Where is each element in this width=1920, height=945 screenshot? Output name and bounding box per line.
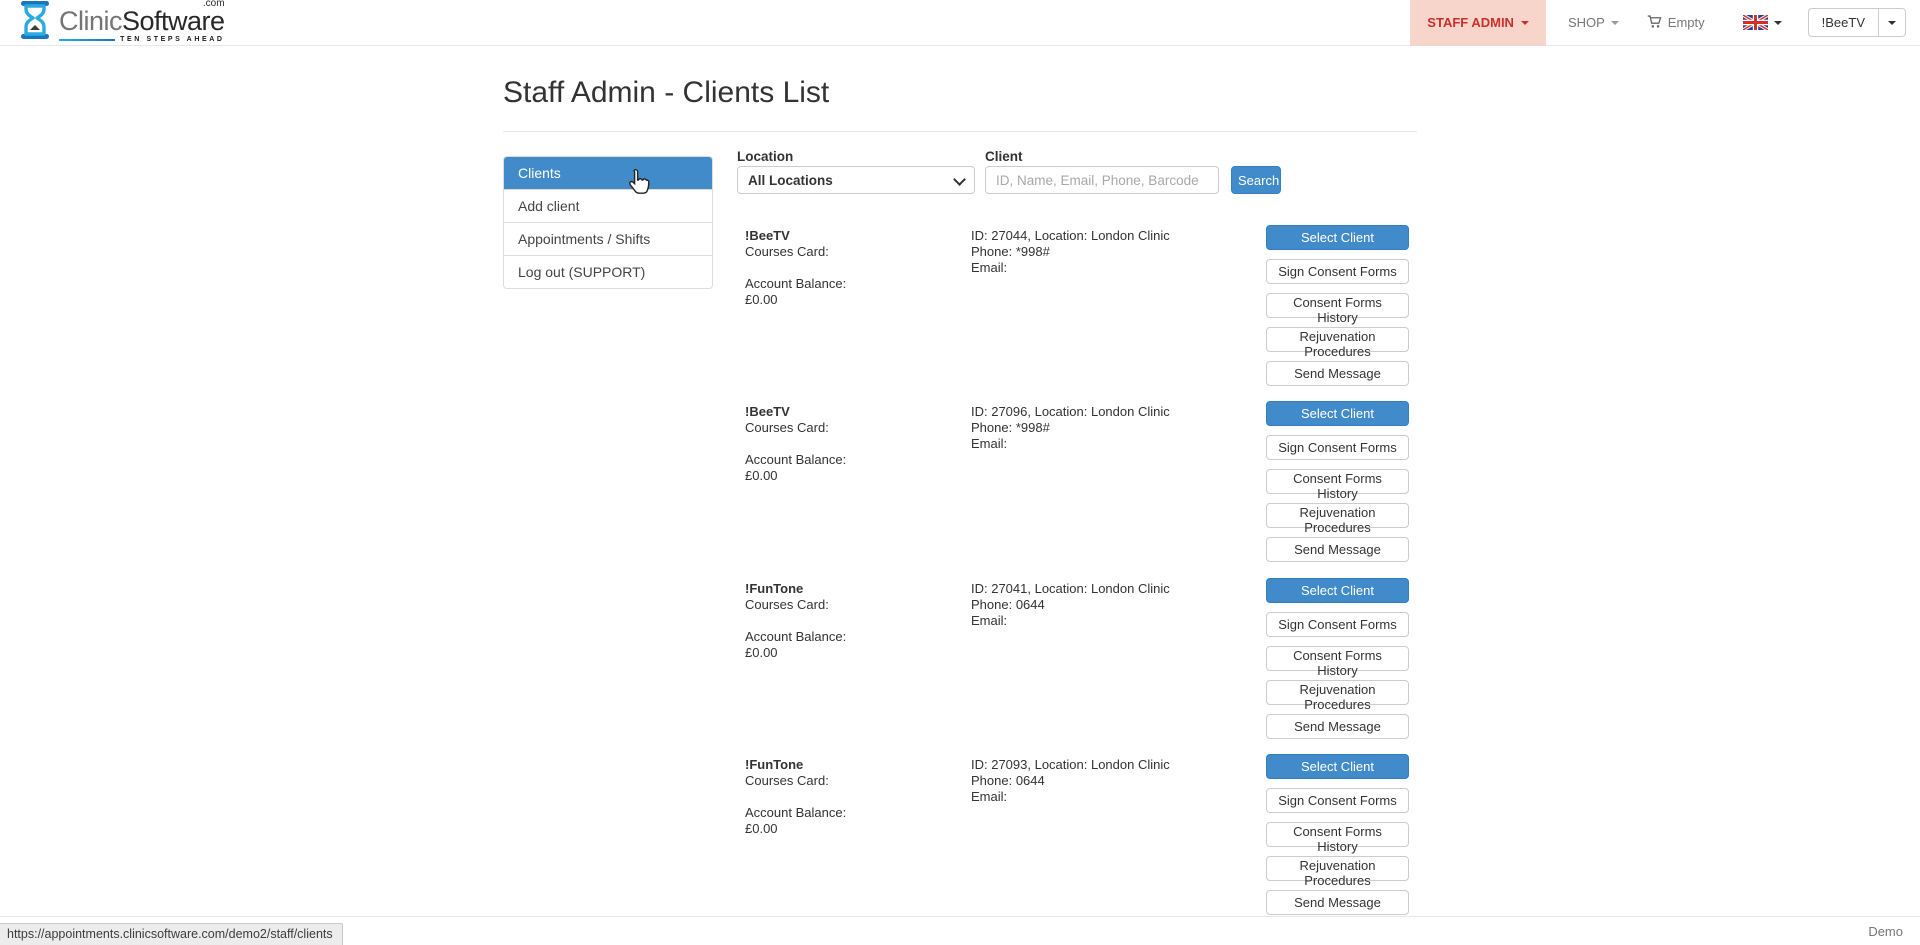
consent-forms-history-button[interactable]: Consent Forms History — [1266, 293, 1409, 318]
top-navbar: ClinicSoftware .com TEN STEPS AHEAD STAF… — [0, 0, 1920, 46]
rejuvenation-procedures-button[interactable]: Rejuvenation Procedures — [1266, 503, 1409, 528]
chevron-down-icon — [1774, 21, 1782, 25]
shop-label: SHOP — [1568, 15, 1605, 30]
cart-icon — [1647, 14, 1662, 32]
client-name: !FunTone — [745, 757, 803, 773]
client-email: Email: — [971, 613, 1007, 629]
client-row: !FunTone Courses Card: Account Balance: … — [0, 754, 1920, 924]
client-account-balance-label: Account Balance: — [745, 629, 846, 645]
select-client-button[interactable]: Select Client — [1266, 754, 1409, 779]
client-search-input[interactable] — [985, 166, 1219, 194]
sign-consent-forms-button[interactable]: Sign Consent Forms — [1266, 612, 1409, 637]
client-id-location: ID: 27044, Location: London Clinic — [971, 228, 1170, 244]
client-row: !BeeTV Courses Card: Account Balance: £0… — [0, 401, 1920, 571]
hourglass-icon — [18, 0, 52, 45]
client-email: Email: — [971, 436, 1007, 452]
cart-status-label: Empty — [1668, 15, 1705, 30]
send-message-button[interactable]: Send Message — [1266, 537, 1409, 562]
client-account-balance-value: £0.00 — [745, 645, 778, 661]
demo-link[interactable]: Demo — [1868, 924, 1903, 939]
chevron-down-icon — [1611, 21, 1619, 25]
brand-tagline: TEN STEPS AHEAD — [120, 36, 224, 43]
staff-admin-menu[interactable]: STAFF ADMIN — [1410, 0, 1546, 46]
rejuvenation-procedures-button[interactable]: Rejuvenation Procedures — [1266, 856, 1409, 881]
consent-forms-history-button[interactable]: Consent Forms History — [1266, 646, 1409, 671]
rejuvenation-procedures-button[interactable]: Rejuvenation Procedures — [1266, 680, 1409, 705]
client-email: Email: — [971, 260, 1007, 276]
client-name: !BeeTV — [745, 228, 790, 244]
location-select-wrap: All Locations — [737, 166, 975, 194]
client-courses-card: Courses Card: — [745, 597, 829, 613]
location-select[interactable]: All Locations — [737, 166, 975, 194]
brand-clinic: Clinic — [59, 6, 122, 36]
select-client-button[interactable]: Select Client — [1266, 578, 1409, 603]
title-divider — [503, 131, 1417, 132]
client-account-balance-label: Account Balance: — [745, 276, 846, 292]
clinicsoftware-logo[interactable]: ClinicSoftware .com TEN STEPS AHEAD — [18, 0, 225, 45]
client-id-location: ID: 27096, Location: London Clinic — [971, 404, 1170, 420]
client-name: !BeeTV — [745, 404, 790, 420]
chevron-down-icon — [1521, 21, 1529, 25]
consent-forms-history-button[interactable]: Consent Forms History — [1266, 469, 1409, 494]
staff-admin-label: STAFF ADMIN — [1427, 15, 1514, 30]
user-split-button: !BeeTV — [1808, 8, 1906, 37]
sign-consent-forms-button[interactable]: Sign Consent Forms — [1266, 788, 1409, 813]
client-phone: Phone: *998# — [971, 244, 1050, 260]
chevron-down-icon — [1888, 21, 1896, 25]
page: ClinicSoftware .com TEN STEPS AHEAD STAF… — [0, 0, 1920, 945]
consent-forms-history-button[interactable]: Consent Forms History — [1266, 822, 1409, 847]
rejuvenation-procedures-button[interactable]: Rejuvenation Procedures — [1266, 327, 1409, 352]
current-user-button[interactable]: !BeeTV — [1808, 8, 1879, 37]
client-id-location: ID: 27041, Location: London Clinic — [971, 581, 1170, 597]
uk-flag-icon — [1743, 15, 1768, 30]
client-row: !FunTone Courses Card: Account Balance: … — [0, 578, 1920, 748]
cart-button[interactable]: Empty — [1647, 14, 1705, 32]
sidebar-item-clients[interactable]: Clients — [504, 157, 712, 189]
page-title: Staff Admin - Clients List — [503, 76, 829, 110]
client-row: !BeeTV Courses Card: Account Balance: £0… — [0, 225, 1920, 395]
client-courses-card: Courses Card: — [745, 420, 829, 436]
client-phone: Phone: 0644 — [971, 773, 1045, 789]
client-search-label: Client — [985, 149, 1023, 164]
client-account-balance-value: £0.00 — [745, 821, 778, 837]
tagline-rule — [59, 39, 115, 41]
logo-wordmark: ClinicSoftware .com TEN STEPS AHEAD — [59, 2, 225, 43]
select-client-button[interactable]: Select Client — [1266, 225, 1409, 250]
user-dropdown-toggle[interactable] — [1878, 8, 1906, 37]
shop-menu[interactable]: SHOP — [1568, 15, 1619, 30]
browser-link-preview: https://appointments.clinicsoftware.com/… — [0, 923, 343, 945]
client-phone: Phone: 0644 — [971, 597, 1045, 613]
location-label: Location — [737, 149, 793, 164]
client-account-balance-label: Account Balance: — [745, 452, 846, 468]
client-id-location: ID: 27093, Location: London Clinic — [971, 757, 1170, 773]
client-phone: Phone: *998# — [971, 420, 1050, 436]
select-client-button[interactable]: Select Client — [1266, 401, 1409, 426]
client-account-balance-label: Account Balance: — [745, 805, 846, 821]
send-message-button[interactable]: Send Message — [1266, 361, 1409, 386]
send-message-button[interactable]: Send Message — [1266, 714, 1409, 739]
client-courses-card: Courses Card: — [745, 244, 829, 260]
sign-consent-forms-button[interactable]: Sign Consent Forms — [1266, 259, 1409, 284]
send-message-button[interactable]: Send Message — [1266, 890, 1409, 915]
sign-consent-forms-button[interactable]: Sign Consent Forms — [1266, 435, 1409, 460]
sidebar-item-add-client[interactable]: Add client — [504, 189, 712, 222]
search-button[interactable]: Search — [1231, 166, 1281, 194]
brand-tld: .com — [203, 0, 225, 9]
client-courses-card: Courses Card: — [745, 773, 829, 789]
client-name: !FunTone — [745, 581, 803, 597]
client-account-balance-value: £0.00 — [745, 468, 778, 484]
brand-software: Software — [122, 6, 225, 36]
language-selector[interactable] — [1743, 15, 1782, 30]
client-account-balance-value: £0.00 — [745, 292, 778, 308]
client-email: Email: — [971, 789, 1007, 805]
